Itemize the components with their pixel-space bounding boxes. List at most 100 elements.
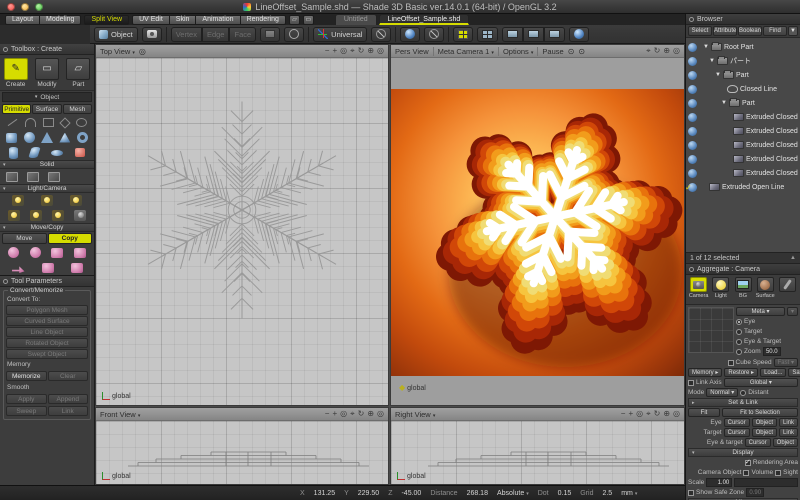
zoom-in-icon[interactable]: + (332, 409, 337, 419)
magnify-icon[interactable]: ⊕ (367, 409, 374, 419)
magnify-icon[interactable]: ⊕ (367, 46, 374, 56)
pers-options-dropdown[interactable]: Options ▾ (503, 47, 533, 56)
toolbox-tab-create[interactable]: ✎ Create (0, 55, 31, 90)
clear-button[interactable]: Clear (48, 371, 89, 381)
tree-item-label[interactable]: Extruded Open Line (722, 184, 784, 191)
face-mode-button[interactable]: Face (229, 27, 256, 42)
front-view-canvas[interactable]: global (96, 421, 388, 484)
workspace-rendering[interactable]: Rendering (241, 15, 286, 25)
browser-tab-boolean[interactable]: Boolean (738, 26, 762, 36)
tree-row-extruded-closed[interactable]: Extruded Closed (686, 124, 800, 138)
view-camera-icon[interactable]: ◎ (139, 47, 146, 56)
expand-arrow-icon[interactable]: ▼ (703, 44, 709, 50)
subtab-primitive[interactable]: Primitive (2, 104, 31, 114)
eye-link-button[interactable]: Link (779, 418, 798, 427)
distant-radio-icon[interactable] (740, 390, 746, 396)
coordinate-mode-dropdown[interactable]: Absolute ▾ (497, 490, 529, 497)
front-view-title-dropdown[interactable]: Front View ▾ (100, 410, 140, 419)
mode-dropdown[interactable]: Normal ▾ (706, 388, 738, 397)
link-axis-checkbox[interactable] (688, 380, 694, 386)
walkthrough-button[interactable] (424, 27, 444, 42)
toolbox-tab-modify[interactable]: ▭ Modify (31, 55, 62, 90)
circle-tool-icon[interactable] (76, 118, 87, 127)
tree-row-extruded-open-line[interactable]: ✓ Extruded Open Line (686, 180, 800, 194)
toolbox-tab-part[interactable]: ▱ Part (63, 55, 94, 90)
display-section[interactable]: ▾Display (688, 448, 798, 457)
view-settings-icon[interactable]: ◎ (377, 409, 384, 419)
tree-row-part[interactable]: ▼ Part (686, 68, 800, 82)
tree-row-extruded-closed[interactable]: Extruded Closed (686, 138, 800, 152)
pers-viewport[interactable]: Pers View Meta Camera 1 ▾ Options ▾ Paus… (390, 44, 685, 406)
link-axis-dropdown[interactable]: Global ▾ (724, 378, 798, 387)
radio-zoom[interactable]: Zoom50.0 (736, 347, 798, 356)
view-settings-icon[interactable]: ◎ (673, 46, 680, 56)
tree-item-label[interactable]: Extruded Closed (746, 156, 798, 163)
sun-light-icon[interactable] (12, 195, 24, 206)
point-light-icon[interactable] (8, 210, 20, 221)
visibility-sphere-icon[interactable] (688, 57, 697, 66)
edge-mode-button[interactable]: Edge (202, 27, 230, 42)
view-options-icon[interactable]: ◎ (340, 409, 347, 419)
browser-header[interactable]: Browser (686, 14, 800, 25)
object-category-dropdown[interactable]: ▾ Object (2, 92, 92, 102)
zoom-in-icon[interactable]: + (332, 46, 337, 56)
expand-arrow-icon[interactable]: ▼ (715, 72, 721, 78)
top-view-canvas[interactable]: global (96, 58, 388, 405)
primitive-sphere-icon[interactable] (24, 132, 35, 143)
stamp-tool-icon[interactable] (42, 263, 54, 273)
spot-light-icon[interactable] (41, 195, 53, 206)
visibility-sphere-icon[interactable] (688, 155, 697, 164)
workspace-uv-edit[interactable]: UV Edit (132, 15, 170, 25)
visibility-sphere-icon[interactable] (688, 85, 697, 94)
array-tool-icon[interactable] (71, 263, 83, 273)
meta-dropdown[interactable]: Meta ▾ (736, 307, 785, 316)
manipulator-button[interactable] (371, 27, 391, 42)
tree-item-label[interactable]: パート (730, 56, 751, 66)
fit-to-selection-button[interactable]: Fit to Selection (722, 408, 798, 417)
link-button[interactable]: Link (48, 406, 89, 416)
minimize-window-icon[interactable] (21, 3, 29, 11)
pers-view-canvas[interactable]: ◆ global (391, 58, 684, 405)
top-view-title-dropdown[interactable]: Top View ▾ (100, 47, 135, 56)
workspace-split-view[interactable]: Split View (84, 15, 129, 25)
workspace-skin[interactable]: Skin (170, 15, 197, 25)
tree-item-label[interactable]: Extruded Closed (746, 114, 798, 121)
target-object-button[interactable]: Object (752, 428, 777, 437)
vertex-mode-button[interactable]: Vertex (171, 27, 202, 42)
tree-row-extruded-closed[interactable]: Extruded Closed (686, 166, 800, 180)
tree-item-label[interactable]: Part (742, 100, 755, 107)
target-cursor-button[interactable]: Cursor (724, 428, 750, 437)
view-settings-icon[interactable]: ◎ (673, 409, 680, 419)
tree-row-part-2[interactable]: ▼ Part (686, 96, 800, 110)
visibility-sphere-icon[interactable] (688, 127, 697, 136)
info-dropdown[interactable]: ▾ (787, 307, 798, 316)
pan-icon[interactable]: ⌖ (350, 46, 355, 56)
view-options-icon[interactable]: ◎ (340, 46, 347, 56)
toolbox-header[interactable]: Toolbox : Create (0, 44, 94, 55)
solid-intersect-icon[interactable] (48, 172, 60, 182)
solid-union-icon[interactable] (6, 172, 18, 182)
subtab-mesh[interactable]: Mesh (63, 104, 92, 114)
grid-view-button[interactable] (477, 27, 498, 42)
unit-dropdown[interactable]: mm ▾ (621, 490, 637, 497)
area-light-icon[interactable] (30, 210, 42, 221)
pan-icon[interactable]: ⌖ (350, 409, 355, 419)
view-options-icon[interactable]: ◎ (636, 409, 643, 419)
zoom-out-icon[interactable]: − (325, 46, 330, 56)
scale-slider[interactable] (734, 478, 798, 487)
aggregate-tab-bg[interactable]: BG (732, 277, 753, 299)
preview-quality-icon[interactable]: ⊙ (578, 47, 585, 56)
view-settings-icon[interactable]: ◎ (377, 46, 384, 56)
rectangle-tool-icon[interactable] (43, 118, 54, 127)
zoom-window-icon[interactable] (35, 3, 43, 11)
cube-speed-checkbox[interactable] (728, 360, 734, 366)
visibility-sphere-icon[interactable] (688, 71, 697, 80)
tree-item-label[interactable]: Extruded Closed (746, 170, 798, 177)
eye-object-button[interactable]: Object (752, 418, 777, 427)
camera-object-icon[interactable] (74, 210, 86, 221)
visibility-sphere-icon[interactable] (688, 141, 697, 150)
preview-render-icon[interactable]: ⊙ (568, 47, 575, 56)
eye-cursor-button[interactable]: Cursor (724, 418, 750, 427)
pers-view-title-dropdown[interactable]: Pers View (395, 47, 429, 56)
top-viewport[interactable]: Top View ▾ ◎ − + ◎ ⌖ ↻ ⊕ ◎ (95, 44, 389, 406)
